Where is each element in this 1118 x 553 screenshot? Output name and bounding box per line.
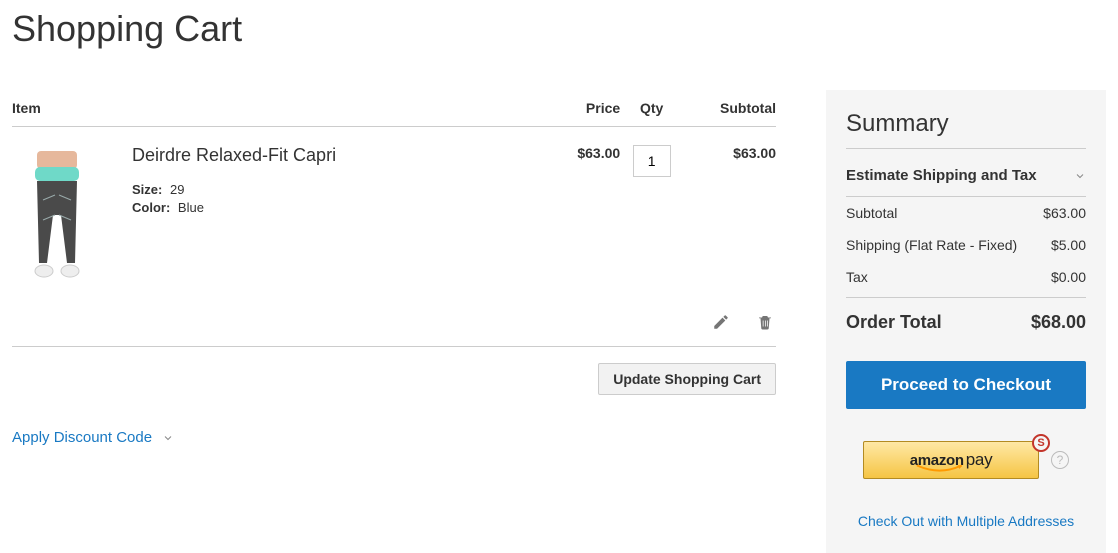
col-header-price: Price — [549, 90, 620, 127]
estimate-label: Estimate Shipping and Tax — [846, 167, 1037, 184]
proceed-to-checkout-button[interactable]: Proceed to Checkout — [846, 361, 1086, 409]
estimate-shipping-toggle[interactable]: Estimate Shipping and Tax — [846, 163, 1086, 197]
summary-row-subtotal: Subtotal $63.00 — [846, 197, 1086, 229]
product-image[interactable] — [12, 145, 102, 285]
order-total-row: Order Total $68.00 — [846, 297, 1086, 333]
table-row: Deirdre Relaxed-Fit Capri Size: 29 Color… — [12, 127, 776, 296]
help-icon[interactable]: ? — [1051, 451, 1069, 469]
option-value: 29 — [170, 182, 184, 197]
chevron-down-icon — [1074, 170, 1086, 182]
discount-label: Apply Discount Code — [12, 429, 152, 446]
product-name[interactable]: Deirdre Relaxed-Fit Capri — [132, 145, 336, 166]
page-title: Shopping Cart — [12, 8, 1106, 50]
summary-value: $63.00 — [1043, 205, 1086, 221]
edit-icon[interactable] — [712, 313, 732, 333]
summary-label: Subtotal — [846, 205, 897, 221]
col-header-subtotal: Subtotal — [683, 90, 776, 127]
item-subtotal: $63.00 — [683, 127, 776, 296]
col-header-qty: Qty — [620, 90, 683, 127]
summary-value: $0.00 — [1051, 269, 1086, 285]
order-total-label: Order Total — [846, 312, 942, 333]
amazon-pay-label: amazonpay — [910, 450, 993, 470]
summary-row-tax: Tax $0.00 — [846, 261, 1086, 293]
order-total-value: $68.00 — [1031, 312, 1086, 333]
multiple-addresses-link[interactable]: Check Out with Multiple Addresses — [846, 513, 1086, 529]
option-label: Color: — [132, 200, 170, 215]
option-value: Blue — [178, 200, 204, 215]
product-option: Size: 29 — [132, 182, 336, 197]
amazon-pay-button[interactable]: amazonpay S — [863, 441, 1039, 479]
amazon-smile-icon — [916, 464, 964, 474]
summary-row-shipping: Shipping (Flat Rate - Fixed) $5.00 — [846, 229, 1086, 261]
col-header-item: Item — [12, 90, 549, 127]
product-option: Color: Blue — [132, 200, 336, 215]
amazon-sandbox-badge: S — [1032, 434, 1050, 452]
summary-box: Summary Estimate Shipping and Tax Subtot… — [826, 90, 1106, 553]
cart-main: Item Price Qty Subtotal — [12, 90, 776, 447]
update-cart-button[interactable]: Update Shopping Cart — [598, 363, 776, 395]
summary-value: $5.00 — [1051, 237, 1086, 253]
qty-input[interactable] — [633, 145, 671, 177]
apply-discount-toggle[interactable]: Apply Discount Code — [12, 429, 174, 446]
summary-label: Shipping (Flat Rate - Fixed) — [846, 237, 1017, 253]
summary-title: Summary — [846, 110, 1086, 149]
option-label: Size: — [132, 182, 162, 197]
cart-table: Item Price Qty Subtotal — [12, 90, 776, 347]
trash-icon[interactable] — [756, 313, 776, 333]
summary-label: Tax — [846, 269, 868, 285]
item-price: $63.00 — [549, 127, 620, 296]
chevron-down-icon — [162, 432, 174, 444]
